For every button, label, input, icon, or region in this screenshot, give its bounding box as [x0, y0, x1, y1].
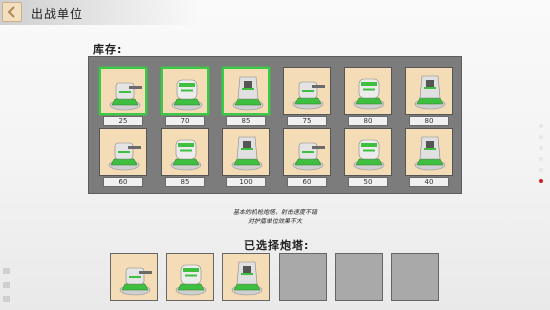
inventory-turret-slot[interactable]: [161, 67, 209, 115]
inventory-turret-slot[interactable]: [222, 67, 270, 115]
side-tool-icon[interactable]: [3, 296, 10, 302]
cannon-turret-icon: [231, 261, 263, 296]
inventory-turret-slot[interactable]: [99, 67, 147, 115]
sensor-turret-icon: [353, 139, 385, 171]
page-dot[interactable]: [539, 135, 543, 139]
empty-turret-slot[interactable]: [279, 253, 327, 301]
turret-price: 85: [226, 116, 266, 126]
selected-label: 已选择炮塔:: [244, 239, 310, 252]
turret-description: 基本的机枪炮塔，射击速度不错 对护盾单位效果不大: [180, 208, 370, 226]
dome-turret-icon: [414, 75, 446, 110]
turret-price: 60: [287, 177, 327, 187]
page-dot[interactable]: [539, 168, 543, 172]
inventory-turret-slot[interactable]: [405, 128, 453, 176]
description-line-1: 基本的机枪炮塔，射击速度不错: [232, 209, 317, 216]
selected-turret-slot[interactable]: [110, 253, 158, 301]
rapid-gun-turret-icon: [292, 81, 325, 110]
shield-turret-icon: [292, 142, 325, 171]
missile-turret-icon: [108, 142, 141, 171]
page-dot-active[interactable]: [539, 179, 543, 183]
header-bar: 出战单位: [0, 0, 200, 25]
turret-price: 80: [348, 116, 388, 126]
back-button[interactable]: [2, 2, 22, 22]
artillery-turret-icon: [231, 136, 263, 171]
inventory-turret-slot[interactable]: [344, 67, 392, 115]
turret-price: 40: [409, 177, 449, 187]
side-tool-icon[interactable]: [3, 282, 10, 288]
description-line-2: 对护盾单位效果不大: [247, 218, 302, 225]
page-dot[interactable]: [539, 146, 543, 150]
turret-price: 50: [348, 177, 388, 187]
empty-turret-slot[interactable]: [391, 253, 439, 301]
inventory-turret-slot[interactable]: [283, 67, 331, 115]
side-tool-icon[interactable]: [3, 268, 10, 274]
page-dot[interactable]: [539, 124, 543, 128]
selected-turret-slot[interactable]: [166, 253, 214, 301]
turret-price: 70: [165, 116, 205, 126]
turret-price: 85: [165, 177, 205, 187]
twin-gun-turret-icon: [171, 79, 203, 111]
heavy-cannon-turret-icon: [353, 78, 385, 110]
machine-gun-turret-icon: [119, 267, 152, 296]
turret-price: 80: [409, 116, 449, 126]
inventory-turret-slot[interactable]: [222, 128, 270, 176]
inventory-turret-slot[interactable]: [283, 128, 331, 176]
turret-price: 75: [287, 116, 327, 126]
machine-gun-turret-icon: [109, 82, 142, 111]
turret-price: 25: [103, 116, 143, 126]
empty-turret-slot[interactable]: [335, 253, 383, 301]
mine-icon: [414, 136, 446, 171]
selected-turret-slot[interactable]: [222, 253, 270, 301]
back-arrow-icon: [7, 6, 15, 18]
turret-price: 100: [226, 177, 266, 187]
page-indicator: [539, 124, 545, 190]
cannon-turret-icon: [232, 76, 264, 111]
inventory-turret-slot[interactable]: [405, 67, 453, 115]
inventory-turret-slot[interactable]: [344, 128, 392, 176]
inventory-label: 库存:: [93, 43, 123, 56]
inventory-panel: 25 70 85 75 80 80 60 85 100 60 50 40: [88, 56, 462, 194]
page-title: 出战单位: [31, 7, 84, 21]
page-dot[interactable]: [539, 157, 543, 161]
inventory-turret-slot[interactable]: [161, 128, 209, 176]
twin-gun-turret-icon: [175, 264, 207, 296]
laser-turret-icon: [170, 139, 202, 171]
inventory-turret-slot[interactable]: [99, 128, 147, 176]
turret-price: 60: [103, 177, 143, 187]
